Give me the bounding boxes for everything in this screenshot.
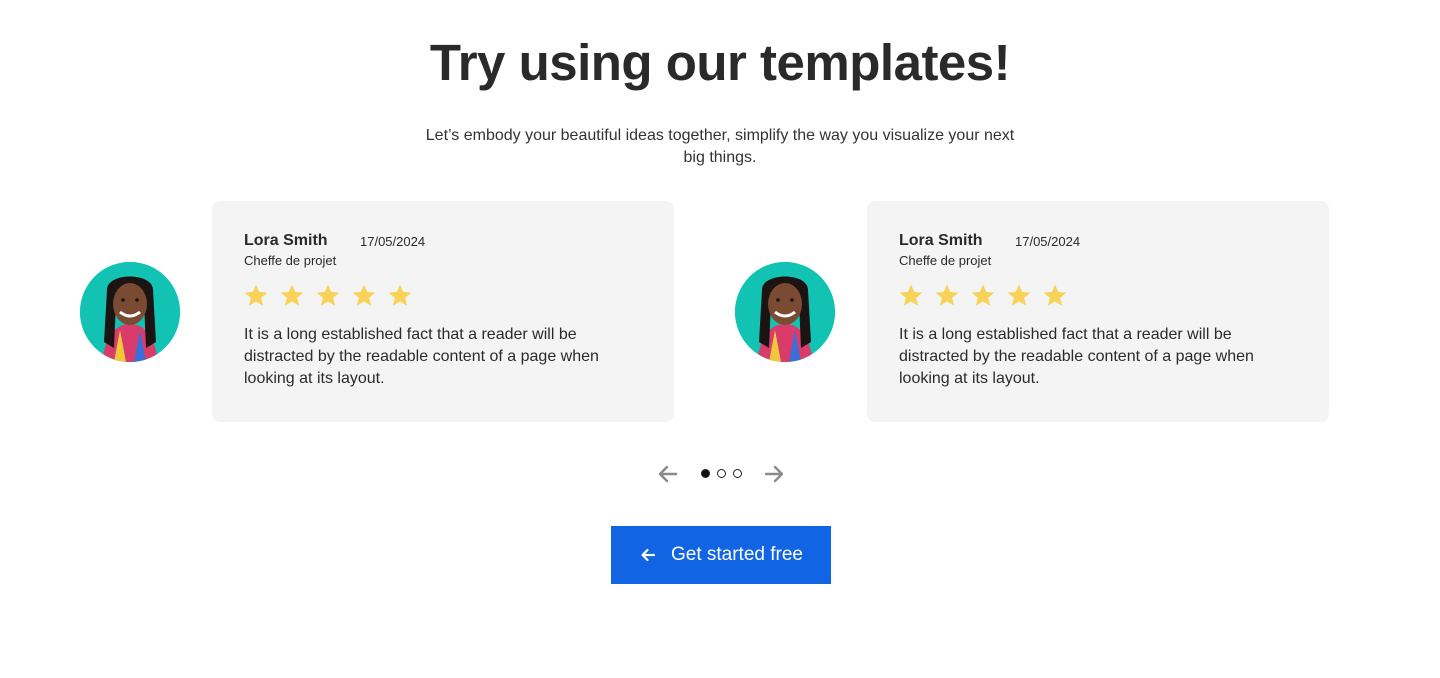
get-started-button[interactable]: Get started free [611,526,831,584]
star-icon [934,283,960,309]
carousel-dot[interactable] [701,469,710,478]
testimonial-card: Lora Smith 17/05/2024 Cheffe de projet I… [212,201,674,422]
star-icon [970,283,996,309]
review-text: It is a long established fact that a rea… [899,326,1254,387]
reviewer-name: Lora Smith [899,232,983,249]
avatar [80,262,180,362]
carousel-nav [656,462,786,486]
star-icon [351,283,377,309]
star-icon [387,283,413,309]
reviewer-role: Cheffe de projet [899,253,992,268]
get-started-label: Get started free [670,544,803,565]
arrow-left-icon [639,546,657,564]
page-title: Try using our templates! [429,34,1011,91]
reviewer-role: Cheffe de projet [244,253,337,268]
star-rating [898,283,1068,311]
carousel-dot[interactable] [717,469,726,478]
page-subtitle: Let’s embody your beautiful ideas togeth… [425,127,1015,166]
review-date: 17/05/2024 [1015,234,1081,249]
avatar [735,262,835,362]
arrow-left-icon[interactable] [656,462,680,486]
review-text: It is a long established fact that a rea… [244,326,599,387]
review-date: 17/05/2024 [360,234,426,249]
star-icon [1006,283,1032,309]
star-icon [279,283,305,309]
reviewer-name: Lora Smith [244,232,328,249]
testimonial-card: Lora Smith 17/05/2024 Cheffe de projet I… [867,201,1329,422]
star-rating [243,283,413,311]
arrow-right-icon[interactable] [762,462,786,486]
star-icon [898,283,924,309]
star-icon [243,283,269,309]
star-icon [1042,283,1068,309]
star-icon [315,283,341,309]
carousel-dot[interactable] [733,469,742,478]
